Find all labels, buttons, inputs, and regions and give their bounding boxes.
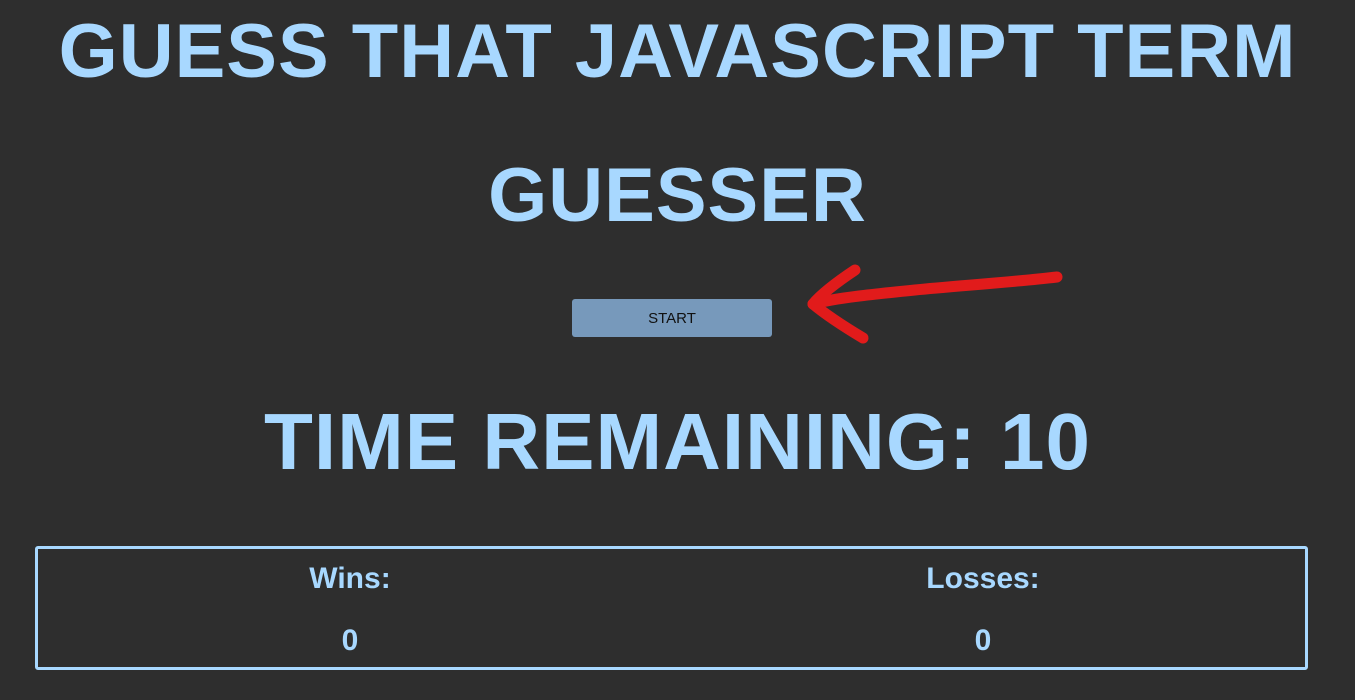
game-page: GUESS THAT JAVASCRIPT TERM GUESSER START… [0, 0, 1355, 700]
start-button[interactable]: START [572, 299, 772, 337]
wins-count: 0 [341, 624, 359, 657]
scoreboard: Wins: 0 Losses: 0 [35, 546, 1308, 670]
wins-label: Wins: [309, 562, 391, 595]
losses-count: 0 [974, 624, 992, 657]
time-remaining: TIME REMAINING: 10 [264, 397, 1091, 486]
wins-section: Wins: 0 [250, 549, 450, 667]
losses-section: Losses: 0 [883, 549, 1083, 667]
page-title: GUESS THAT JAVASCRIPT TERM [58, 9, 1297, 94]
losses-label: Losses: [926, 562, 1040, 595]
page-subtitle: GUESSER [488, 153, 867, 238]
red-arrow-icon [807, 264, 1063, 344]
